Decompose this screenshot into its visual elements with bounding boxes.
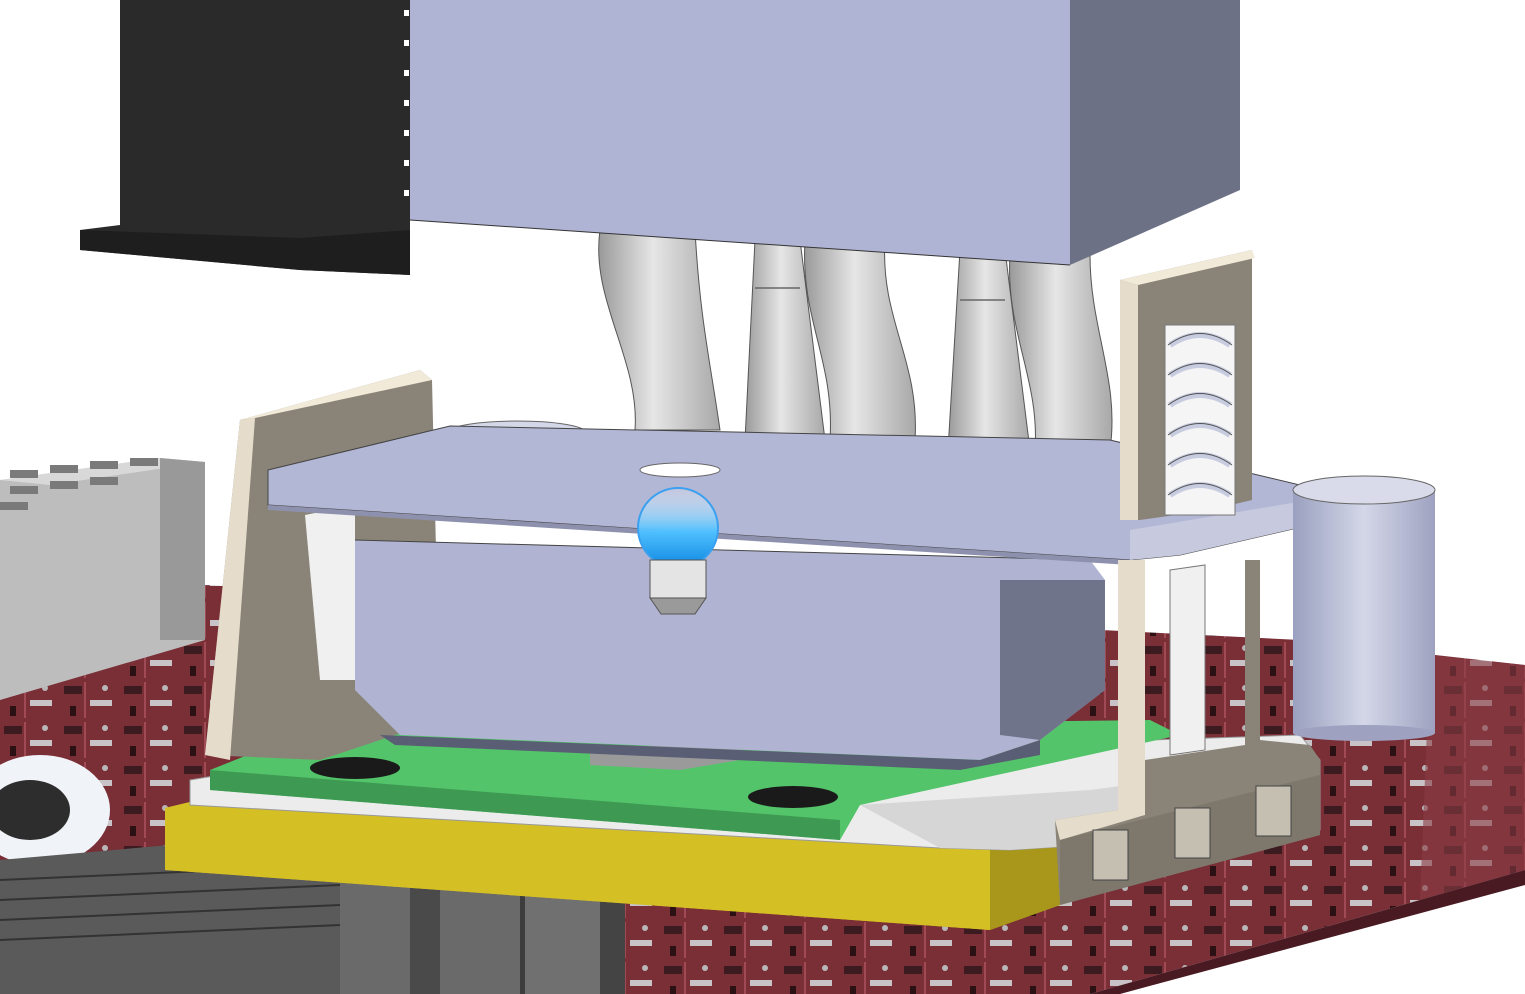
cooling-block: [354, 539, 1105, 770]
rear-heatsink: [80, 0, 410, 275]
mounting-screw-highlighted[interactable]: [637, 487, 719, 615]
cad-scene[interactable]: [0, 0, 1525, 994]
right-standoff: [1292, 475, 1436, 741]
cad-viewport[interactable]: [0, 0, 1525, 994]
main-heatsink: [409, 0, 1240, 266]
